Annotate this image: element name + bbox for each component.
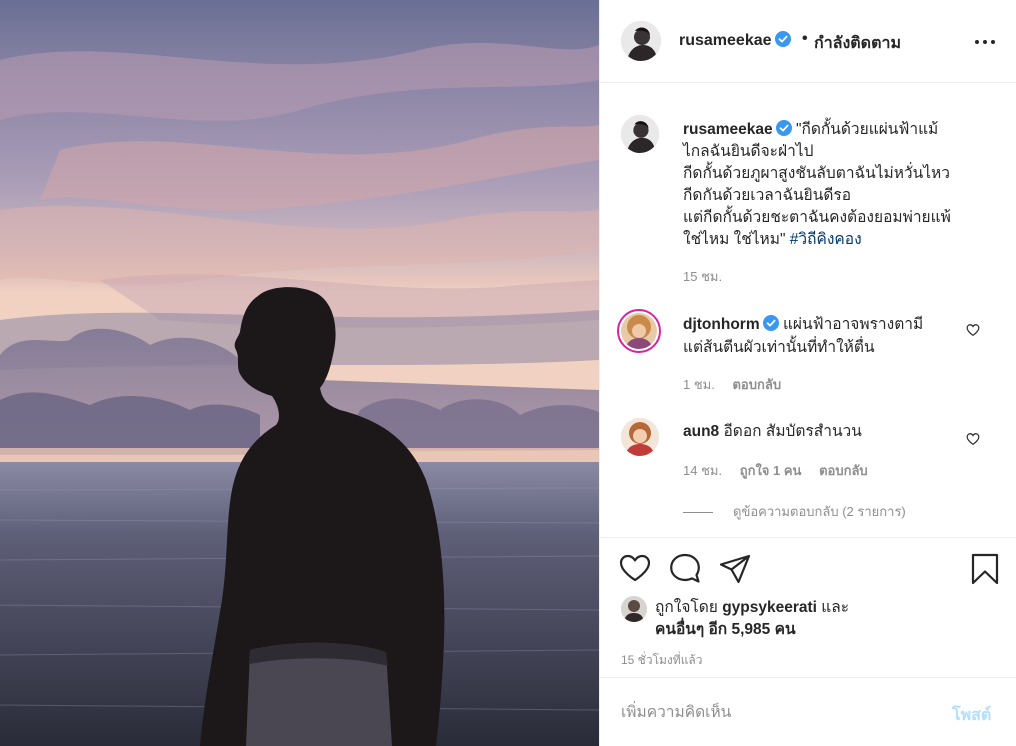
view-replies-label: ดูข้อความตอบกลับ (2 รายการ) (733, 504, 906, 519)
caption-author-avatar[interactable] (621, 115, 659, 153)
likes-and: และ (816, 599, 850, 616)
author-avatar[interactable] (621, 21, 661, 61)
comment-like-heart-icon[interactable] (966, 323, 980, 337)
view-replies-button[interactable]: ดูข้อความตอบกลับ (2 รายการ) (683, 501, 906, 522)
likes-others-count[interactable]: คนอื่นๆ อีก 5,985 คน (655, 621, 796, 638)
heart-icon[interactable] (618, 552, 652, 586)
post-actions: ถูกใจโดย gypsykeerati และ คนอื่นๆ อีก 5,… (600, 537, 1016, 677)
post-comment-button[interactable]: โพสต์ (952, 703, 991, 728)
comment-username[interactable]: djtonhorm (683, 316, 760, 333)
comment-body: aun8 อีดอก สัมบัตรสำนวน (683, 421, 973, 443)
post-photo[interactable] (0, 0, 599, 746)
reply-button[interactable]: ตอบกลับ (732, 377, 781, 392)
comment-avatar-djtonhorm[interactable] (617, 309, 661, 353)
share-icon[interactable] (718, 552, 752, 586)
add-comment-bar: โพสต์ (600, 677, 1016, 746)
verified-badge-icon (774, 31, 791, 47)
reply-button[interactable]: ตอบกลับ (819, 463, 868, 478)
view-replies-line (683, 512, 713, 514)
comment-like-heart-icon[interactable] (966, 432, 980, 446)
comment-icon[interactable] (668, 552, 702, 586)
comment-meta: 1 ชม. ตอบกลับ (683, 374, 795, 395)
liked-by-username[interactable]: gypsykeerati (722, 599, 817, 616)
post-side-panel: rusameekae • กำลังติดตาม rusameekae "กีด… (599, 0, 1016, 746)
likes-prefix: ถูกใจโดย (655, 599, 723, 616)
follow-status-button[interactable]: กำลังติดตาม (814, 31, 901, 56)
comment-text: แผ่นฟ้าอาจพรางตามี (782, 316, 924, 333)
comment-meta: 14 ชม. ถูกใจ 1 คน ตอบกลับ (683, 460, 882, 481)
caption-line: แต่กีดกั้นด้วยชะตาฉันคงต้องยอมพ่ายแพ้ (683, 209, 951, 226)
more-options-icon[interactable] (972, 32, 998, 52)
verified-badge-icon (775, 120, 792, 136)
post-caption: rusameekae "กีดกั้นด้วยแผ่นฟ้าแม้ ไกลฉัน… (683, 119, 983, 251)
caption-line: ใช่ไหม ใช่ไหม" (683, 231, 790, 248)
liked-by-avatar[interactable] (621, 596, 647, 622)
comment-timestamp: 14 ชม. (683, 463, 723, 478)
bookmark-icon[interactable] (968, 552, 1002, 586)
caption-line: "กีดกั้นด้วยแผ่นฟ้าแม้ (795, 121, 939, 138)
comment-timestamp: 1 ชม. (683, 377, 715, 392)
caption-timestamp: 15 ชม. (683, 269, 723, 284)
comment-text: อีดอก สัมบัตรสำนวน (723, 423, 862, 440)
caption-username[interactable]: rusameekae (683, 121, 773, 138)
verified-badge-icon (762, 315, 779, 331)
comment-text: แต่ส้นตีนผัวเท่านั้นที่ทำให้ตื่น (683, 339, 875, 356)
comment-username[interactable]: aun8 (683, 423, 719, 440)
caption-line: ไกลฉันยินดีจะฝ่าไป (683, 143, 814, 160)
comment-input[interactable] (621, 700, 931, 726)
caption-line: กีดกั้นด้วยภูผาสูงชันลับตาฉันไม่หวั่นไหว (683, 165, 950, 182)
likes-summary: ถูกใจโดย gypsykeerati และ คนอื่นๆ อีก 5,… (655, 597, 895, 641)
post-header: rusameekae • กำลังติดตาม (600, 0, 1016, 83)
comment-avatar-aun8[interactable] (621, 418, 659, 456)
comments-list[interactable]: rusameekae "กีดกั้นด้วยแผ่นฟ้าแม้ ไกลฉัน… (600, 84, 1016, 537)
post-timestamp[interactable]: 15 ชั่วโมงที่แล้ว (621, 651, 703, 670)
caption-line: กีดกันด้วยเวลาฉันยินดีรอ (683, 187, 852, 204)
author-username[interactable]: rusameekae (679, 31, 791, 50)
comment-likes-count[interactable]: ถูกใจ 1 คน (740, 463, 802, 478)
header-separator: • (802, 30, 808, 47)
post-photo-image (0, 0, 599, 746)
caption-hashtag[interactable]: #วิถีคิงคอง (790, 231, 862, 248)
comment-body: djtonhorm แผ่นฟ้าอาจพรางตามี แต่ส้นตีนผั… (683, 313, 973, 359)
